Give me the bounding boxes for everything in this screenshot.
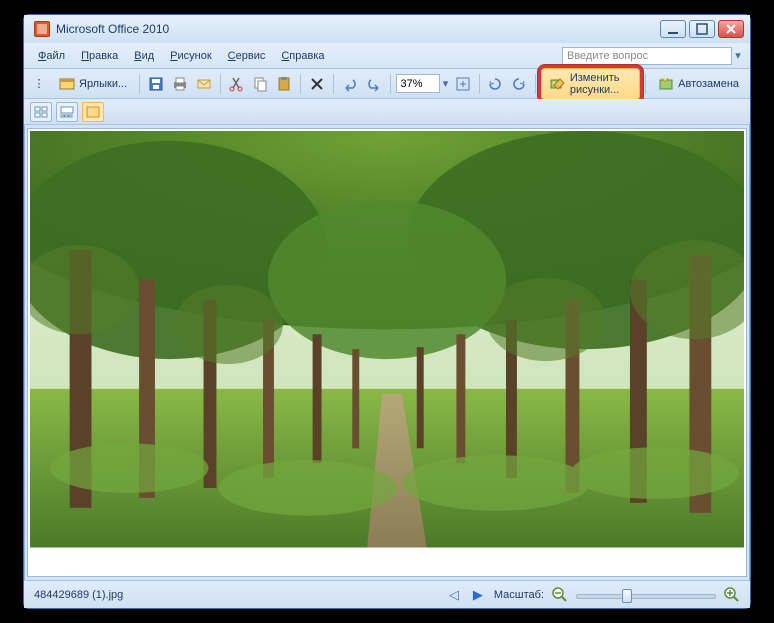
separator — [139, 74, 140, 94]
view-bar — [24, 99, 750, 125]
undo-button[interactable] — [339, 73, 361, 95]
autocorrect-label: Автозамена — [678, 78, 739, 90]
thumb-icon — [34, 106, 48, 118]
menu-bar: Файл Правка Вид Рисунок Сервис Справка В… — [24, 43, 750, 69]
grip-icon[interactable]: ⋮ — [28, 73, 50, 95]
zoom-label: Масштаб: — [494, 589, 544, 601]
delete-button[interactable] — [306, 73, 328, 95]
window-controls — [660, 20, 744, 38]
filmstrip-icon — [60, 106, 74, 118]
delete-icon — [309, 76, 325, 92]
edit-pictures-button[interactable]: Изменить рисунки... — [541, 68, 641, 100]
menu-picture[interactable]: Рисунок — [162, 47, 220, 65]
zoom-fit-button[interactable] — [452, 73, 474, 95]
forest-image — [30, 131, 744, 548]
separator — [645, 74, 646, 94]
edit-pictures-icon — [550, 76, 566, 92]
undo-icon — [342, 76, 358, 92]
single-view-button[interactable] — [82, 102, 104, 122]
autocorrect-icon — [658, 76, 674, 92]
redo-button[interactable] — [363, 73, 385, 95]
zoom-slider-thumb[interactable] — [622, 589, 632, 603]
single-icon — [86, 106, 100, 118]
filename-label: 484429689 (1).jpg — [34, 589, 123, 601]
image-viewport[interactable] — [27, 128, 747, 577]
separator — [220, 74, 221, 94]
window-title: Microsoft Office 2010 — [56, 22, 660, 36]
mail-icon — [196, 76, 212, 92]
rotate-left-icon — [487, 76, 503, 92]
save-icon — [148, 76, 164, 92]
minimize-button[interactable] — [660, 20, 686, 38]
cut-icon — [228, 76, 244, 92]
print-button[interactable] — [169, 73, 191, 95]
help-search-input[interactable]: Введите вопрос — [562, 47, 732, 65]
prev-image-button[interactable]: ◁ — [446, 587, 462, 603]
rotate-right-icon — [511, 76, 527, 92]
separator — [479, 74, 480, 94]
separator — [535, 74, 536, 94]
separator — [300, 74, 301, 94]
title-bar[interactable]: Microsoft Office 2010 — [24, 15, 750, 43]
cut-button[interactable] — [225, 73, 247, 95]
copy-button[interactable] — [249, 73, 271, 95]
filmstrip-view-button[interactable] — [56, 102, 78, 122]
rotate-right-button[interactable] — [508, 73, 530, 95]
save-button[interactable] — [145, 73, 167, 95]
paste-icon — [276, 76, 292, 92]
next-image-button[interactable]: ▶ — [470, 587, 486, 603]
paste-button[interactable] — [273, 73, 295, 95]
autocorrect-button[interactable]: Автозамена — [651, 73, 746, 95]
thumbnails-view-button[interactable] — [30, 102, 52, 122]
rotate-left-button[interactable] — [484, 73, 506, 95]
edit-pictures-label: Изменить рисунки... — [570, 72, 632, 96]
app-icon — [34, 21, 50, 37]
menu-edit[interactable]: Правка — [73, 47, 126, 65]
menu-file[interactable]: Файл — [30, 47, 73, 65]
zoom-slider[interactable] — [576, 587, 716, 603]
print-icon — [172, 76, 188, 92]
shortcuts-button[interactable]: Ярлыки... — [52, 73, 134, 95]
copy-icon — [252, 76, 268, 92]
separator — [390, 74, 391, 94]
application-window: Microsoft Office 2010 Файл Правка Вид Ри… — [23, 14, 751, 609]
zoom-combo[interactable]: 37% — [396, 74, 440, 93]
fit-icon — [455, 76, 471, 92]
separator — [333, 74, 334, 94]
redo-icon — [366, 76, 382, 92]
zoom-dropdown[interactable]: ▾ — [442, 77, 450, 90]
close-button[interactable] — [718, 20, 744, 38]
maximize-button[interactable] — [689, 20, 715, 38]
mail-button[interactable] — [193, 73, 215, 95]
shortcuts-label: Ярлыки... — [79, 78, 127, 90]
shortcuts-icon — [59, 76, 75, 92]
menu-help[interactable]: Справка — [273, 47, 332, 65]
zoom-out-button[interactable] — [552, 587, 568, 603]
help-search-dropdown[interactable]: ▾ — [732, 49, 744, 62]
status-bar: 484429689 (1).jpg ◁ ▶ Масштаб: — [24, 580, 750, 608]
zoom-in-button[interactable] — [724, 587, 740, 603]
toolbar: ⋮ Ярлыки... 37% ▾ Изменить рисунки... — [24, 69, 750, 99]
menu-view[interactable]: Вид — [126, 47, 162, 65]
menu-tools[interactable]: Сервис — [220, 47, 274, 65]
zoom-value: 37% — [401, 78, 423, 90]
